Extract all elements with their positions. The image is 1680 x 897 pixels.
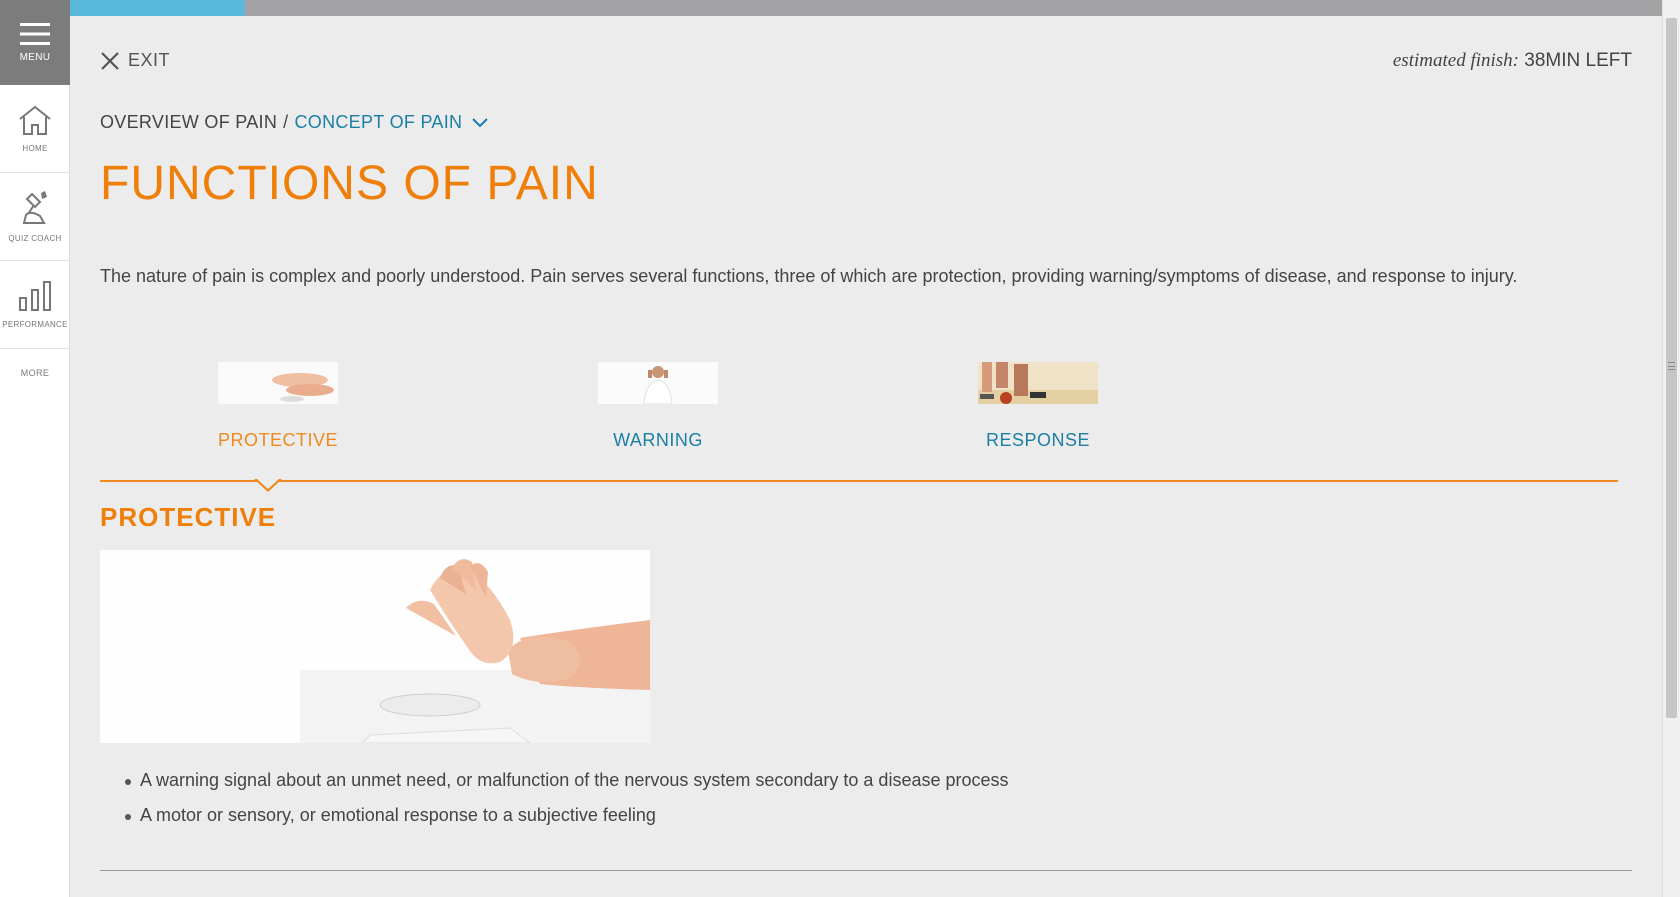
quiz-coach-icon	[22, 191, 47, 224]
sidebar-more[interactable]: MORE	[0, 349, 70, 397]
sidebar: MENU HOME QUIZ COACH PERFORMANCE MORE	[0, 0, 70, 897]
tab-protective[interactable]: PROTECTIVE	[178, 362, 378, 451]
response-thumbnail	[978, 362, 1098, 404]
tab-response[interactable]: RESPONSE	[938, 362, 1138, 451]
home-icon	[19, 105, 51, 135]
progress-fill	[70, 0, 246, 16]
estimated-finish-value: 38MIN LEFT	[1524, 50, 1632, 71]
chevron-down-icon	[472, 117, 489, 127]
warning-thumbnail	[598, 362, 718, 404]
protective-thumbnail	[218, 362, 338, 404]
protective-image	[100, 550, 650, 743]
breadcrumb-current-label: CONCEPT OF PAIN	[294, 112, 463, 132]
sidebar-item-label: HOME	[22, 144, 48, 153]
tab-label: WARNING	[613, 430, 703, 450]
page-title: FUNCTIONS OF PAIN	[100, 157, 599, 210]
menu-label: MENU	[19, 52, 51, 63]
section-title: PROTECTIVE	[100, 502, 277, 532]
scrollbar[interactable]	[1662, 0, 1680, 897]
bullet-list: A warning signal about an unmet need, or…	[125, 770, 1009, 840]
bar-chart-icon	[19, 281, 51, 311]
hamburger-icon	[20, 23, 50, 45]
sidebar-item-home[interactable]: HOME	[0, 85, 70, 173]
breadcrumb: OVERVIEW OF PAIN / CONCEPT OF PAIN	[100, 112, 489, 133]
exit-button[interactable]: EXIT	[100, 50, 170, 71]
sidebar-item-quiz-coach[interactable]: QUIZ COACH	[0, 173, 70, 261]
estimated-finish-prefix: estimated finish:	[1392, 50, 1520, 71]
breadcrumb-current-dropdown[interactable]: CONCEPT OF PAIN	[294, 112, 489, 133]
progress-bar	[70, 0, 1662, 16]
sidebar-item-label: QUIZ COACH	[8, 234, 62, 243]
list-item: A motor or sensory, or emotional respons…	[125, 805, 1009, 826]
intro-text: The nature of pain is complex and poorly…	[100, 266, 1518, 286]
sidebar-item-label: PERFORMANCE	[2, 320, 68, 329]
menu-button[interactable]: MENU	[0, 0, 70, 85]
exit-label: EXIT	[128, 50, 171, 70]
tab-label: PROTECTIVE	[217, 430, 338, 450]
estimated-finish: estimated finish: 38MIN LEFT	[1393, 50, 1632, 72]
tab-warning[interactable]: WARNING	[558, 362, 758, 451]
tab-label: RESPONSE	[985, 430, 1091, 450]
divider	[100, 870, 1632, 871]
sidebar-item-performance[interactable]: PERFORMANCE	[0, 261, 70, 349]
function-tabs: PROTECTIVE WARNING RESPONSE	[100, 362, 1618, 492]
scrollbar-grip-icon	[1668, 362, 1675, 370]
breadcrumb-separator: /	[283, 112, 289, 132]
close-icon	[101, 51, 119, 70]
breadcrumb-root[interactable]: OVERVIEW OF PAIN	[100, 112, 277, 133]
list-item: A warning signal about an unmet need, or…	[125, 770, 1009, 791]
